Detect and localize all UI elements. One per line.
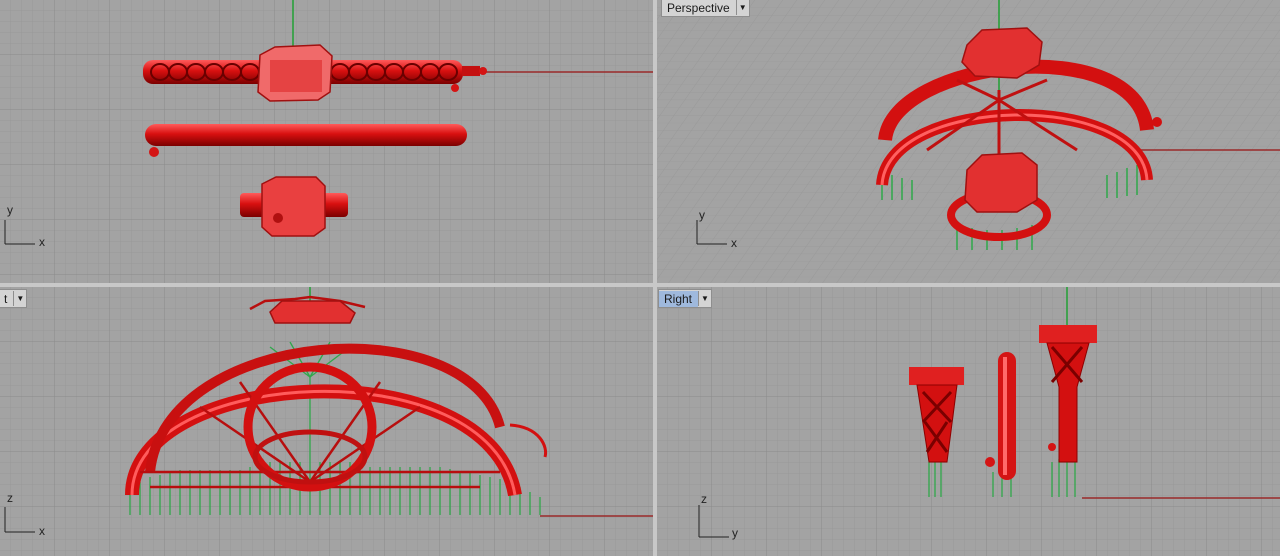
axis-label-y: y: [7, 203, 13, 217]
rhino-workspace: y x Perspective ▼ y x t ▼ z x Right ▼ z …: [0, 0, 1280, 556]
viewport-splitter-vertical[interactable]: [653, 0, 657, 556]
axis-label-x: x: [39, 235, 45, 249]
viewport-front[interactable]: t ▼ z x: [0, 287, 653, 556]
viewport-perspective-canvas[interactable]: [657, 0, 1280, 283]
viewport-name-front[interactable]: t: [0, 291, 13, 307]
viewport-right[interactable]: Right ▼ z y: [657, 287, 1280, 556]
axis-label-x: x: [731, 236, 737, 250]
chevron-down-icon[interactable]: ▼: [698, 291, 711, 306]
axis-label-x: x: [39, 524, 45, 538]
viewport-splitter-horizontal[interactable]: [0, 283, 1280, 287]
chevron-down-icon[interactable]: ▼: [13, 291, 26, 306]
viewport-perspective[interactable]: Perspective ▼ y x: [657, 0, 1280, 283]
axis-label-z: z: [701, 492, 707, 506]
viewport-top[interactable]: y x: [0, 0, 653, 283]
viewport-front-canvas[interactable]: [0, 287, 653, 556]
axis-label-y: y: [732, 526, 738, 540]
viewport-top-canvas[interactable]: [0, 0, 653, 283]
viewport-name-right[interactable]: Right: [659, 290, 699, 307]
axis-label-y: y: [699, 208, 705, 222]
axis-label-z: z: [7, 491, 13, 505]
viewport-title-front[interactable]: t ▼: [0, 289, 28, 308]
viewport-right-canvas[interactable]: [657, 287, 1280, 556]
chevron-down-icon[interactable]: ▼: [735, 0, 749, 15]
viewport-title-perspective[interactable]: Perspective ▼: [661, 0, 750, 17]
viewport-name-perspective[interactable]: Perspective: [662, 0, 736, 16]
viewport-title-right[interactable]: Right ▼: [658, 289, 713, 308]
